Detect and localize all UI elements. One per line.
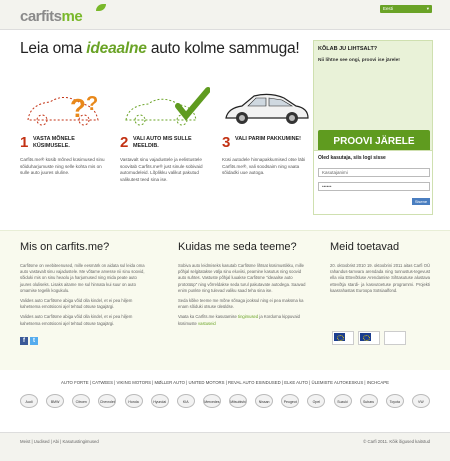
brand-logos: Audi BMW Citroen Chevrolet Honda Hyundai KIA Me… bbox=[20, 394, 430, 410]
about-paragraph: Valides auto Carfitsme abiga võid olla k… bbox=[20, 298, 133, 310]
top-bar: carfitsme Eesti ▾ bbox=[0, 0, 450, 30]
how-paragraph: Seda kõike teeme me mõne sõnaga jooksul … bbox=[178, 298, 304, 310]
eas-logo bbox=[384, 331, 406, 345]
supporters-column: Meid toetavad 20. oktoobrist 2010 19. ok… bbox=[330, 241, 430, 298]
brand-logo-subaru[interactable]: Subaru bbox=[359, 394, 378, 408]
logo-accent: me bbox=[61, 8, 83, 25]
svg-text:?: ? bbox=[70, 93, 86, 123]
eu-logo bbox=[332, 331, 354, 345]
car-check-icon bbox=[120, 82, 211, 132]
username-input[interactable]: Kasutajanimi bbox=[318, 168, 430, 177]
hero-title-pre: Leia oma bbox=[20, 40, 87, 57]
copyright: © Carfi 2011. Kõik õigused kaitstud bbox=[363, 439, 430, 444]
login-title: Oled kasutaja, siis logi sisse bbox=[318, 155, 386, 161]
brand-strip: AUTO FORTE | CATWEES | VIKING MOTORS | M… bbox=[20, 380, 430, 415]
language-select[interactable]: Eesti ▾ bbox=[380, 5, 432, 13]
brand-logo-mitsubishi[interactable]: Mitsubishi bbox=[229, 394, 247, 408]
hero-title-em: ideaalne bbox=[86, 40, 147, 57]
how-column: Kuidas me seda teeme? Sobiva auto leidmi… bbox=[178, 241, 306, 331]
logo[interactable]: carfitsme bbox=[20, 8, 83, 25]
step-1: ? ? 1 VASTA MÕNELE KÜSIMUSELE. Carfits.m… bbox=[20, 82, 110, 175]
brand-logo-honda[interactable]: Honda bbox=[124, 394, 143, 408]
brand-logo-citroen[interactable]: Citroen bbox=[72, 394, 91, 408]
step-number: 1 bbox=[20, 134, 29, 151]
hero-title-post: auto kolme sammuga! bbox=[146, 40, 300, 57]
dealer-list: AUTO FORTE | CATWEES | VIKING MOTORS | M… bbox=[61, 380, 389, 385]
brand-logo-peugeot[interactable]: Peugeot bbox=[281, 394, 300, 408]
about-title: Mis on carfits.me? bbox=[20, 241, 110, 253]
how-paragraph: Sobiva auto leidmiseks kasutab Carfitsme… bbox=[178, 263, 306, 293]
about-paragraph: Carfitsme on veebiteenused, mille eesmär… bbox=[20, 263, 145, 293]
step-heading: VASTA MÕNELE KÜSIMUSELE. bbox=[33, 136, 75, 149]
step-number: 2 bbox=[120, 134, 129, 151]
brand-logo-suzuki[interactable]: Suzuki bbox=[333, 394, 352, 408]
about-paragraph: Valides auto Carfitsme abiga võid olla k… bbox=[20, 314, 133, 326]
panel-subtitle: Nii lihtne see ongi, proovi ise järele! bbox=[318, 58, 400, 63]
brand-logo-nissan[interactable]: Nissan bbox=[255, 394, 274, 408]
logo-text: carfits bbox=[20, 8, 62, 25]
logo-leaf-icon bbox=[96, 4, 106, 11]
how-title: Kuidas me seda teeme? bbox=[178, 241, 297, 253]
svg-text:?: ? bbox=[86, 93, 98, 115]
step-description: Carfits.me® küsib mõned küsimused sinu s… bbox=[20, 157, 105, 176]
brand-logo-mercedes[interactable]: Mercedes bbox=[202, 394, 221, 408]
twitter-icon[interactable]: t bbox=[30, 337, 38, 345]
brand-logo-audi[interactable]: Audi bbox=[20, 394, 38, 408]
hero-title: Leia oma ideaalne auto kolme sammuga! bbox=[20, 40, 300, 58]
brand-logo-hyundai[interactable]: Hyundai bbox=[150, 394, 169, 408]
brand-logo-chevrolet[interactable]: Chevrolet bbox=[98, 394, 117, 408]
brand-logo-vw[interactable]: VW bbox=[411, 394, 430, 408]
language-label: Eesti bbox=[383, 6, 394, 11]
brand-logo-toyota[interactable]: Toyota bbox=[385, 394, 404, 408]
brand-logo-bmw[interactable]: BMW bbox=[46, 394, 65, 408]
info-section: Mis on carfits.me? Carfitsme on veebitee… bbox=[0, 230, 450, 370]
supporters-paragraph: 20. oktoobrist 2010 19. oktoobrini 2011 … bbox=[330, 263, 430, 293]
footer: Meist | Uudised | Abi | Kasutustingimuse… bbox=[0, 432, 450, 461]
step-heading: VALI PARIM PAKKUMINE! bbox=[235, 136, 301, 142]
footer-links[interactable]: Meist | Uudised | Abi | Kasutustingimuse… bbox=[20, 439, 99, 444]
terms-link[interactable]: tingimused bbox=[238, 314, 258, 319]
car-icon bbox=[222, 82, 312, 132]
login-box: Oled kasutaja, siis logi sisse Kasutajan… bbox=[313, 150, 433, 215]
login-button[interactable]: Sisene bbox=[412, 198, 430, 205]
step-heading: VALI AUTO MIS SULLE MEELDIB. bbox=[133, 136, 192, 149]
panel-question: KÕLAB JU LIHTSALT? bbox=[318, 46, 378, 52]
brand-logo-kia[interactable]: KIA bbox=[176, 394, 195, 408]
faq-link[interactable]: vastuseid bbox=[198, 321, 216, 326]
step-number: 3 bbox=[222, 134, 231, 151]
password-input[interactable]: •••••• bbox=[318, 182, 430, 191]
step-2: 2 VALI AUTO MIS SULLE MEELDIB. Vastavalt… bbox=[120, 82, 211, 182]
brand-logo-opel[interactable]: Opel bbox=[307, 394, 326, 408]
about-column: Mis on carfits.me? Carfitsme on veebitee… bbox=[20, 241, 145, 331]
chevron-down-icon: ▾ bbox=[426, 6, 429, 11]
how-link-pre: Vaata ka Carfits.me kasutamise bbox=[178, 314, 238, 320]
eu-logo bbox=[358, 331, 380, 345]
step-3: 3 VALI PARIM PAKKUMINE! Küsi autodele hi… bbox=[222, 82, 312, 175]
how-paragraph-links: Vaata ka Carfits.me kasutamise tingimuse… bbox=[178, 314, 306, 326]
step-description: Vastavalt sinu vajadustele ja eelistuste… bbox=[120, 157, 203, 182]
facebook-icon[interactable]: f bbox=[20, 337, 28, 345]
supporters-title: Meid toetavad bbox=[330, 241, 400, 253]
car-question-icon: ? ? bbox=[20, 82, 110, 132]
step-description: Küsi autodele hinnapakkumised otse läbi … bbox=[222, 157, 306, 176]
